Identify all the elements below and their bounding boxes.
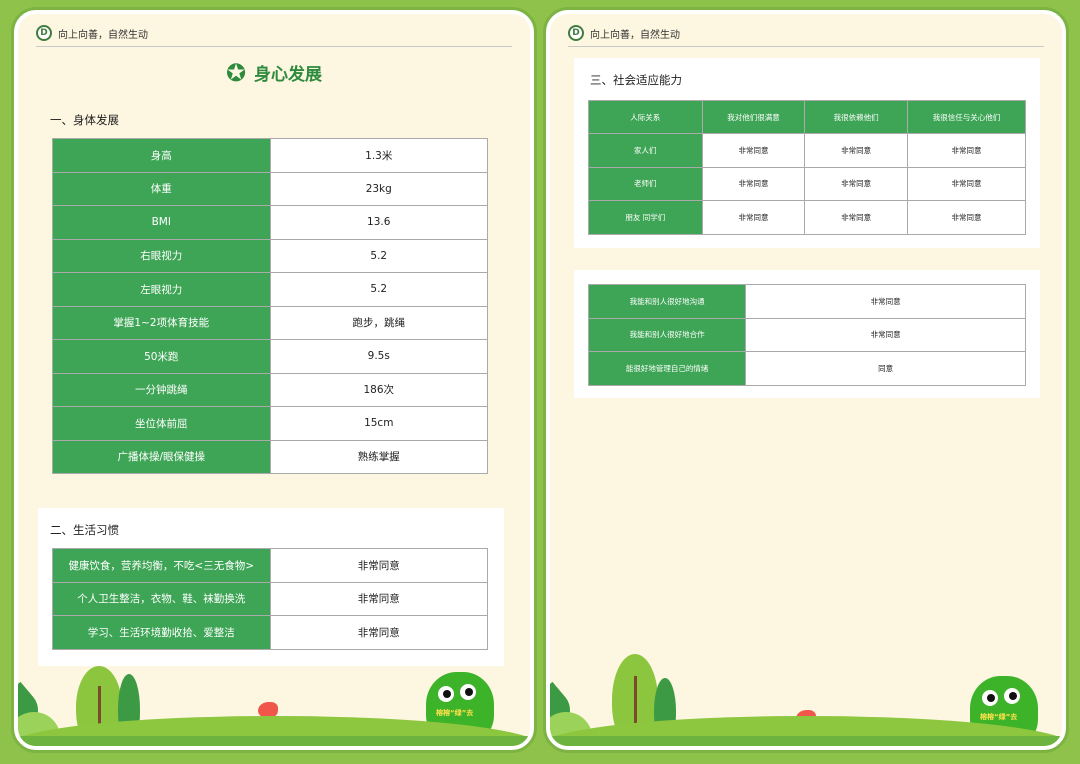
row-value: 13.6	[269, 205, 488, 240]
table-row: 广播体操/眼保健操 熟练掌握	[52, 439, 488, 474]
mascot-text: 榕榕“绿”去	[980, 713, 1018, 721]
table-row: 家人们 非常同意 非常同意 非常同意	[588, 133, 1027, 168]
row-label: 一分钟跳绳	[52, 372, 271, 407]
row-value: 非常同意	[804, 166, 908, 201]
page-title-wrap: ✪ 身心发展	[18, 58, 530, 87]
row-label: 掌握1~2项体育技能	[52, 305, 271, 340]
row-value: 5.2	[269, 238, 488, 273]
table-row: 朋友 同学们 非常同意 非常同意 非常同意	[588, 200, 1027, 235]
table-row: 体重 23kg	[52, 171, 488, 206]
grass-decoration	[550, 736, 1062, 746]
row-label: 50米跑	[52, 339, 271, 374]
table-row: 个人卫生整洁，衣物、鞋、袜勤换洗 非常同意	[52, 581, 488, 616]
row-value: 非常同意	[804, 133, 908, 168]
row-label: 老师们	[588, 166, 703, 201]
table-row: 我能和别人很好地合作 非常同意	[587, 317, 1026, 352]
row-label: 学习、生活环境勤收拾、爱整洁	[52, 615, 271, 650]
table-row: 左眼视力 5.2	[52, 272, 488, 307]
mascot-text: 榕榕“绿”去	[436, 709, 474, 717]
row-value: 非常同意	[701, 166, 806, 201]
page-right: D 向上向善，自然生动 三、社会适应能力 人际关系 我对他们很满意 我很依赖他们 我很…	[546, 10, 1066, 750]
row-value: 5.2	[269, 272, 488, 307]
slogan: 向上向善，自然生动	[58, 29, 148, 41]
table-row: BMI 13.6	[52, 205, 488, 240]
row-label: 我能和别人很好地合作	[587, 317, 747, 352]
table-row: 坐位体前屈 15cm	[52, 406, 488, 441]
row-label: 右眼视力	[52, 238, 271, 273]
table-row: 我能和别人很好地沟通 非常同意	[587, 284, 1026, 319]
column-header: 我很依赖他们	[804, 100, 908, 134]
page-header: D 向上向善，自然生动	[36, 20, 512, 47]
row-value: 9.5s	[269, 339, 488, 374]
table-row: 老师们 非常同意 非常同意 非常同意	[588, 166, 1027, 201]
row-label: 广播体操/眼保健操	[52, 439, 271, 474]
table-row: 掌握1~2项体育技能 跑步，跳绳	[52, 305, 488, 340]
school-logo-icon: D	[36, 25, 52, 41]
table-row: 健康饮食，营养均衡，不吃<三无食物> 非常同意	[52, 548, 488, 583]
table-header-row: 人际关系 我对他们很满意 我很依赖他们 我很信任与关心他们	[588, 100, 1027, 134]
row-value: 非常同意	[269, 548, 488, 583]
table-row: 身高 1.3米	[52, 138, 488, 173]
row-label: 个人卫生整洁，衣物、鞋、袜勤换洗	[52, 581, 271, 616]
table-row: 一分钟跳绳 186次	[52, 372, 488, 407]
row-value: 熟练掌握	[269, 439, 488, 474]
social-adaptation-table: 人际关系 我对他们很满意 我很依赖他们 我很信任与关心他们 家人们 非常同意 非常同意 非常同…	[588, 100, 1027, 235]
row-value: 非常同意	[269, 581, 488, 616]
row-value: 非常同意	[701, 200, 806, 235]
row-value: 非常同意	[745, 284, 1026, 319]
column-header: 我对他们很满意	[701, 100, 806, 134]
row-label: 左眼视力	[52, 272, 271, 307]
table-row: 能很好地管理自己的情绪 同意	[587, 351, 1026, 386]
table-row: 学习、生活环境勤收拾、爱整洁 非常同意	[52, 615, 488, 650]
row-label: 健康饮食，营养均衡，不吃<三无食物>	[52, 548, 271, 583]
page-header: D 向上向善，自然生动	[568, 20, 1044, 47]
slogan: 向上向善，自然生动	[590, 29, 680, 41]
body-development-table: 身高 1.3米 体重 23kg BMI 13.6 右眼视力 5.2 左眼视力 5.2 掌握1~2项体…	[52, 138, 488, 474]
grass-decoration	[18, 736, 530, 746]
row-value: 非常同意	[701, 133, 806, 168]
row-label: 能很好地管理自己的情绪	[587, 351, 747, 386]
row-value: 非常同意	[906, 166, 1027, 201]
row-value: 15cm	[269, 406, 488, 441]
school-logo-icon: D	[568, 25, 584, 41]
page-left: D 向上向善，自然生动 ✪ 身心发展 一、身体发展 身高 1.3米 体重 23kg BM…	[14, 10, 534, 750]
column-header: 人际关系	[588, 100, 703, 134]
table-row: 右眼视力 5.2	[52, 238, 488, 273]
row-value: 非常同意	[906, 133, 1027, 168]
row-value: 1.3米	[269, 138, 488, 173]
page-title: 身心发展	[254, 65, 323, 85]
row-value: 非常同意	[269, 615, 488, 650]
row-value: 非常同意	[906, 200, 1027, 235]
row-label: 朋友 同学们	[588, 200, 703, 235]
row-label: 家人们	[588, 133, 703, 168]
row-value: 跑步，跳绳	[269, 305, 488, 340]
row-value: 23kg	[269, 171, 488, 206]
row-label: BMI	[52, 205, 271, 240]
row-label: 身高	[52, 138, 271, 173]
section-title-habits: 二、生活习惯	[50, 523, 119, 537]
row-label: 坐位体前屈	[52, 406, 271, 441]
column-header: 我很信任与关心他们	[906, 100, 1027, 134]
row-label: 我能和别人很好地沟通	[587, 284, 747, 319]
row-value: 186次	[269, 372, 488, 407]
communication-table: 我能和别人很好地沟通 非常同意 我能和别人很好地合作 非常同意 能很好地管理自己的情绪同…	[587, 284, 1026, 386]
row-value: 同意	[745, 351, 1026, 386]
row-label: 体重	[52, 171, 271, 206]
row-value: 非常同意	[745, 317, 1026, 352]
section-title-social: 三、社会适应能力	[590, 73, 682, 87]
row-value: 非常同意	[804, 200, 908, 235]
star-icon: ✪	[225, 58, 247, 87]
section-title-body: 一、身体发展	[50, 113, 119, 127]
table-row: 50米跑 9.5s	[52, 339, 488, 374]
habits-table: 健康饮食，营养均衡，不吃<三无食物> 非常同意 个人卫生整洁，衣物、鞋、袜勤换洗 非常…	[52, 548, 488, 650]
